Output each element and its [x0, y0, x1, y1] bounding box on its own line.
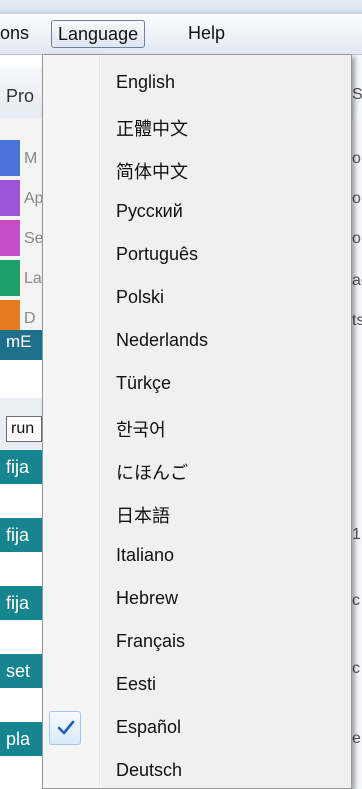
right-fragment: c — [352, 592, 360, 609]
category-label[interactable]: Ap — [24, 190, 44, 208]
language-item-korean[interactable]: 한국어 — [43, 406, 351, 450]
language-item-portuguese[interactable]: Português — [43, 234, 351, 278]
menu-help[interactable]: Help — [188, 20, 225, 46]
language-item-label: Deutsch — [116, 760, 183, 780]
language-item-label: 简体中文 — [116, 162, 188, 182]
language-item-turkish[interactable]: Türkçe — [43, 363, 351, 407]
language-item-german[interactable]: Deutsch — [43, 750, 351, 788]
language-item-label: 한국어 — [116, 420, 166, 440]
language-item-label: にほんご — [116, 463, 188, 483]
language-item-english[interactable]: English — [43, 62, 351, 106]
right-fragment: o — [352, 150, 361, 167]
category-color-swatch[interactable] — [0, 140, 20, 176]
right-fragment: ac — [352, 272, 362, 289]
checkmark-icon — [49, 711, 81, 745]
window-top-strip — [0, 0, 362, 14]
category-label[interactable]: La — [24, 270, 42, 288]
right-fragment: o — [352, 190, 361, 207]
language-item-label: Русский — [116, 201, 183, 221]
language-item-traditional-chinese[interactable]: 正體中文 — [43, 105, 351, 149]
project-label: Pro — [6, 86, 35, 106]
language-item-label: Português — [116, 244, 199, 264]
category-label[interactable]: Se — [24, 230, 44, 248]
right-fragment: c — [352, 660, 360, 677]
category-color-swatch[interactable] — [0, 220, 20, 256]
menu-language[interactable]: Language — [51, 20, 146, 48]
category-color-swatch[interactable] — [0, 260, 20, 296]
language-item-label: Hebrew — [116, 588, 179, 608]
language-item-spanish[interactable]: Español — [43, 707, 351, 751]
language-item-label: Français — [116, 631, 186, 651]
language-item-russian[interactable]: Русский — [43, 191, 351, 235]
language-menu: English 正體中文 简体中文 Русский Português Pols… — [42, 54, 352, 789]
language-item-estonian[interactable]: Eesti — [43, 664, 351, 708]
language-item-label: Nederlands — [116, 330, 209, 350]
language-item-french[interactable]: Français — [43, 621, 351, 665]
language-item-polish[interactable]: Polski — [43, 277, 351, 321]
language-item-label: 日本語 — [116, 506, 170, 526]
language-item-label: Eesti — [116, 674, 157, 694]
language-item-label: Türkçe — [116, 373, 172, 393]
language-item-label: 正體中文 — [116, 119, 188, 139]
language-item-italian[interactable]: Italiano — [43, 535, 351, 579]
language-item-hebrew[interactable]: Hebrew — [43, 578, 351, 622]
category-color-swatch[interactable] — [0, 180, 20, 216]
right-fragment: o — [352, 230, 361, 247]
right-fragment: ts — [352, 312, 362, 329]
code-block-input[interactable]: run — [6, 416, 42, 442]
language-item-label: English — [116, 72, 176, 92]
language-item-simplified-chinese[interactable]: 简体中文 — [43, 148, 351, 192]
menubar: ons Language Help — [0, 14, 362, 55]
menu-options[interactable]: ons — [0, 20, 29, 46]
language-item-japanese[interactable]: 日本語 — [43, 492, 351, 536]
category-label[interactable]: D — [24, 310, 36, 328]
language-item-label: Italiano — [116, 545, 175, 565]
right-fragment: Se — [352, 86, 362, 103]
language-item-label: Polski — [116, 287, 165, 307]
category-label[interactable]: M — [24, 150, 37, 168]
language-item-dutch[interactable]: Nederlands — [43, 320, 351, 364]
language-item-label: Español — [116, 717, 182, 737]
right-fragment: e — [352, 730, 361, 747]
language-item-japanese-hiragana[interactable]: にほんご — [43, 449, 351, 493]
right-fragment: 1 — [352, 526, 361, 543]
